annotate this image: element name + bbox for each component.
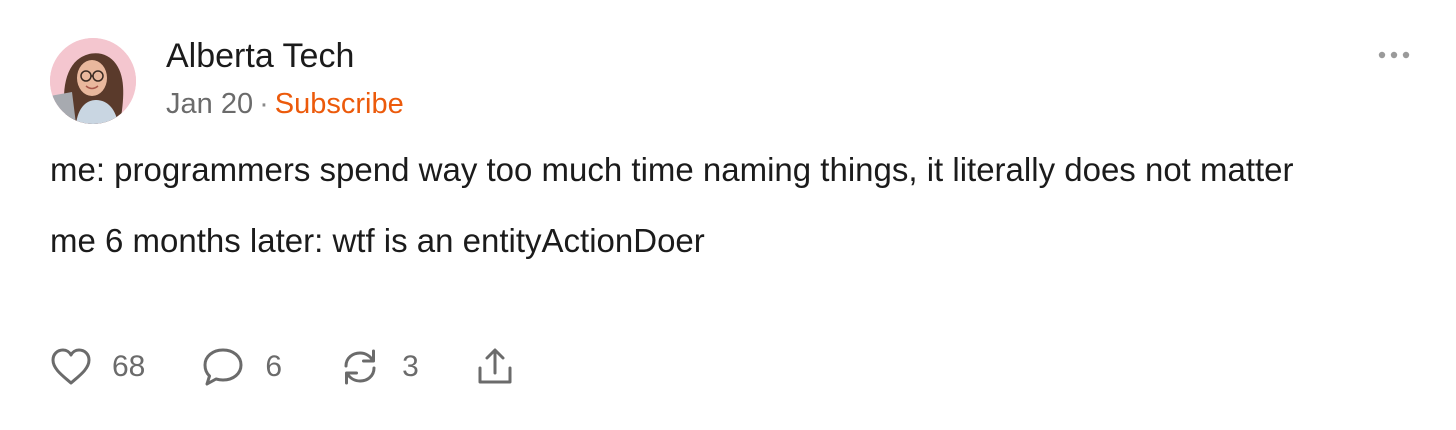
- restack-button[interactable]: 3: [338, 344, 419, 390]
- comment-button[interactable]: 6: [201, 344, 282, 390]
- comment-count: 6: [265, 350, 283, 383]
- post-paragraph: me 6 months later: wtf is an entityActio…: [50, 222, 705, 259]
- more-options-button[interactable]: [1374, 40, 1414, 70]
- heart-icon: [51, 348, 91, 385]
- meta-separator: ·: [259, 88, 269, 120]
- restack-count: 3: [402, 350, 419, 383]
- like-button[interactable]: 68: [50, 344, 145, 390]
- share-button[interactable]: [473, 346, 517, 388]
- like-count: 68: [112, 350, 146, 383]
- post-card: Alberta Tech Jan 20 · Subscribe me: progra…: [0, 0, 1456, 430]
- avatar[interactable]: [50, 38, 136, 124]
- post-date: Jan 20: [166, 88, 254, 120]
- post-body: me: programmers spend way too much time …: [50, 146, 1370, 264]
- avatar-image: [50, 38, 136, 124]
- speech-bubble-icon: [203, 348, 243, 386]
- share-upload-icon: [478, 348, 512, 384]
- subscribe-link[interactable]: Subscribe: [275, 88, 404, 120]
- author-name[interactable]: Alberta Tech: [166, 36, 354, 76]
- post-meta: Jan 20 · Subscribe: [166, 86, 404, 122]
- post-paragraph: me: programmers spend way too much time …: [50, 151, 1294, 188]
- action-bar: 68 6 3: [50, 344, 517, 390]
- refresh-arrows-icon: [344, 349, 376, 385]
- ellipsis-icon: [1378, 51, 1410, 59]
